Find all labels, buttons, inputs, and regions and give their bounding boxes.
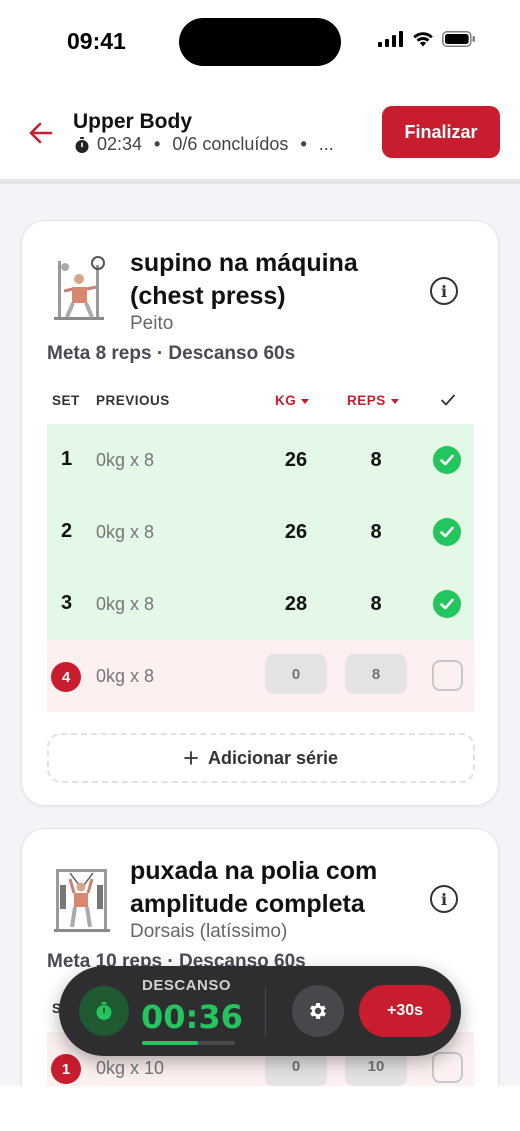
status-time: 09:41 xyxy=(67,28,126,54)
exercise-muscle: Dorsais (latíssimo) xyxy=(130,921,288,942)
plus-icon xyxy=(184,751,198,765)
status-icons xyxy=(378,31,476,47)
stopwatch-icon xyxy=(96,1002,112,1020)
signal-icon xyxy=(378,31,403,47)
set-complete-checkbox[interactable] xyxy=(432,660,463,691)
col-reps-label: REPS xyxy=(347,393,386,408)
checkmark-icon xyxy=(440,598,454,610)
col-kg-dropdown[interactable]: KG xyxy=(275,393,310,408)
set-number-badge[interactable]: 1 xyxy=(51,1054,81,1084)
rest-timer-bar: DESCANSO 00:36 +30s xyxy=(59,966,461,1056)
workout-subtitle: 02:34 • 0/6 concluídos • ... xyxy=(73,134,334,155)
workout-header: Upper Body 02:34 • 0/6 concluídos • ... … xyxy=(0,80,520,184)
gear-icon xyxy=(310,1003,326,1019)
set-complete-checkbox[interactable] xyxy=(433,446,461,474)
checkmark-icon xyxy=(440,526,454,538)
separator-dot: • xyxy=(154,134,161,154)
info-icon[interactable]: i xyxy=(430,885,458,913)
previous-value[interactable]: 0kg x 8 xyxy=(96,450,154,471)
kg-input[interactable] xyxy=(265,654,327,694)
kg-value[interactable]: 28 xyxy=(265,593,327,616)
set-complete-checkbox[interactable] xyxy=(433,590,461,618)
col-reps-dropdown[interactable]: REPS xyxy=(347,393,399,408)
check-icon xyxy=(441,394,455,406)
reps-input[interactable] xyxy=(345,654,407,694)
caret-down-icon xyxy=(390,398,399,404)
timer-settings-button[interactable] xyxy=(292,985,344,1037)
reps-value[interactable]: 8 xyxy=(345,593,407,616)
set-number-badge[interactable]: 4 xyxy=(51,662,81,692)
col-kg-label: KG xyxy=(275,393,297,408)
exercise-name: puxada na polia com amplitude completa xyxy=(130,857,378,918)
arrow-left-icon xyxy=(29,122,53,144)
rest-timer-label: DESCANSO xyxy=(142,977,232,994)
rest-timer-progress xyxy=(142,1041,235,1045)
checkmark-icon xyxy=(440,454,454,466)
separator-dot: • xyxy=(300,134,307,154)
add-set-button[interactable]: Adicionar série xyxy=(47,733,475,783)
set-complete-checkbox[interactable] xyxy=(432,1052,463,1083)
add-set-label: Adicionar série xyxy=(207,747,339,768)
previous-value[interactable]: 0kg x 8 xyxy=(96,522,154,543)
set-row: 4 0kg x 8 xyxy=(47,640,474,712)
set-number: 3 xyxy=(61,592,73,614)
rest-timer-value: 00:36 xyxy=(141,998,243,1036)
exercise-card: supino na máquina (chest press) Peito i … xyxy=(21,220,499,806)
chest-press-machine-icon xyxy=(54,256,105,320)
divider xyxy=(265,986,266,1036)
progress-text: 0/6 concluídos xyxy=(172,134,289,154)
add-30s-button[interactable]: +30s xyxy=(359,985,451,1037)
set-number: 2 xyxy=(61,520,73,542)
set-row: 2 0kg x 8 26 8 xyxy=(47,496,474,568)
col-previous: PREVIOUS xyxy=(96,393,170,408)
set-complete-checkbox[interactable] xyxy=(433,518,461,546)
exercise-muscle: Peito xyxy=(130,313,174,334)
set-row: 1 0kg x 8 26 8 xyxy=(47,424,474,496)
set-number: 1 xyxy=(61,448,73,470)
caret-down-icon xyxy=(301,398,310,404)
more-text: ... xyxy=(318,134,334,154)
lat-pulldown-machine-icon xyxy=(54,869,110,932)
battery-icon xyxy=(442,31,475,47)
rest-timer-progress-fill xyxy=(142,1041,198,1045)
exercise-name: supino na máquina (chest press) xyxy=(130,249,358,310)
previous-value[interactable]: 0kg x 8 xyxy=(96,594,154,615)
stopwatch-icon xyxy=(75,136,89,153)
kg-value[interactable]: 26 xyxy=(265,449,327,472)
bottom-area xyxy=(0,1086,520,1131)
info-icon[interactable]: i xyxy=(430,277,458,305)
dynamic-island xyxy=(179,18,341,66)
exercise-meta: Meta 8 reps · Descanso 60s xyxy=(47,343,296,364)
kg-value[interactable]: 26 xyxy=(265,521,327,544)
finish-button[interactable]: Finalizar xyxy=(382,106,500,158)
reps-value[interactable]: 8 xyxy=(345,521,407,544)
wifi-icon xyxy=(413,32,433,47)
back-button[interactable] xyxy=(26,118,56,148)
workout-title: Upper Body xyxy=(73,110,193,133)
set-row: 3 0kg x 8 28 8 xyxy=(47,568,474,640)
col-set: SET xyxy=(52,393,80,408)
rest-timer-toggle[interactable] xyxy=(79,986,129,1036)
reps-value[interactable]: 8 xyxy=(345,449,407,472)
status-bar: 09:41 xyxy=(0,0,520,80)
previous-value[interactable]: 0kg x 10 xyxy=(96,1058,164,1079)
previous-value[interactable]: 0kg x 8 xyxy=(96,666,154,687)
elapsed-time: 02:34 xyxy=(97,134,143,154)
